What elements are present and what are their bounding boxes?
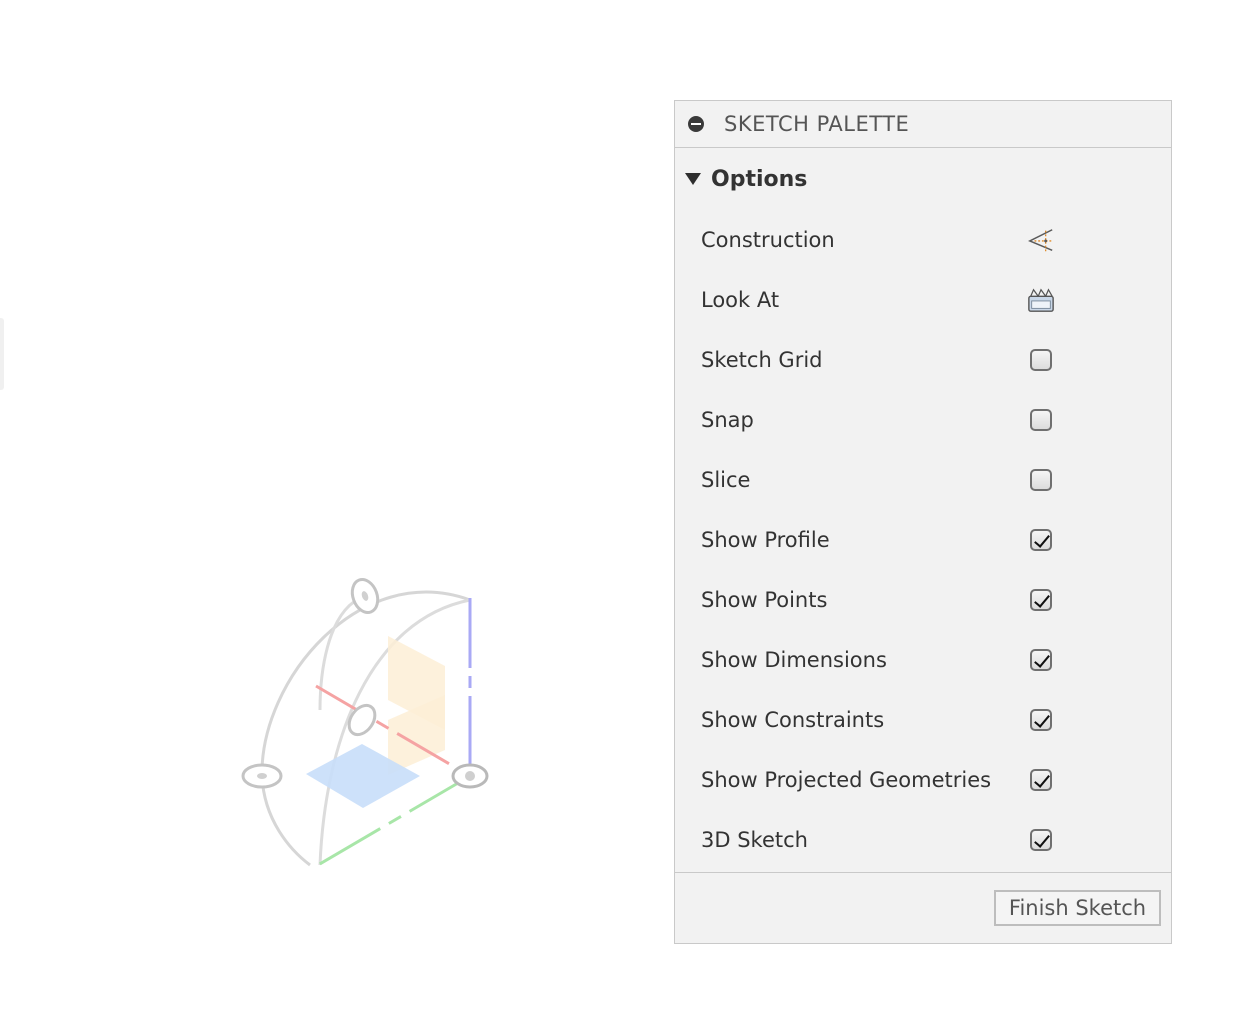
palette-header[interactable]: SKETCH PALETTE: [674, 100, 1172, 148]
design-canvas[interactable]: SKETCH PALETTE Options Construction Look…: [0, 0, 1260, 1010]
option-row-3d-sketch: 3D Sketch: [701, 820, 1141, 860]
option-label: Look At: [701, 288, 780, 312]
option-row-snap: Snap: [701, 400, 1141, 440]
checkbox-checked[interactable]: [1030, 769, 1052, 791]
checkbox-checked[interactable]: [1030, 529, 1052, 551]
palette-body: Options Construction Look At Sketch Grid…: [674, 148, 1172, 873]
slice-checkbox[interactable]: [1027, 466, 1055, 494]
show-constraints-checkbox[interactable]: [1027, 706, 1055, 734]
option-row-slice: Slice: [701, 460, 1141, 500]
checkbox[interactable]: [1030, 349, 1052, 371]
checkbox-checked[interactable]: [1030, 709, 1052, 731]
checkbox[interactable]: [1030, 469, 1052, 491]
option-label: Slice: [701, 468, 751, 492]
sketch-palette: SKETCH PALETTE Options Construction Look…: [674, 100, 1172, 944]
palette-title: SKETCH PALETTE: [724, 112, 910, 136]
checkbox-checked[interactable]: [1030, 589, 1052, 611]
option-label: Show Constraints: [701, 708, 885, 732]
option-row-show-dimensions: Show Dimensions: [701, 640, 1141, 680]
option-row-show-constraints: Show Constraints: [701, 700, 1141, 740]
checkbox-checked[interactable]: [1030, 649, 1052, 671]
3d-sketch-checkbox[interactable]: [1027, 826, 1055, 854]
sketch-orientation-gizmo-icon[interactable]: [220, 560, 520, 900]
option-row-show-points: Show Points: [701, 580, 1141, 620]
look-at-icon[interactable]: [1027, 286, 1055, 314]
options-section-toggle[interactable]: Options: [685, 163, 807, 195]
option-label: Snap: [701, 408, 754, 432]
option-row-construction: Construction: [701, 220, 1141, 260]
snap-checkbox[interactable]: [1027, 406, 1055, 434]
browser-panel-edge[interactable]: [0, 318, 4, 390]
show-projected-geometries-checkbox[interactable]: [1027, 766, 1055, 794]
show-profile-checkbox[interactable]: [1027, 526, 1055, 554]
checkbox-checked[interactable]: [1030, 829, 1052, 851]
option-row-show-projected-geometries: Show Projected Geometries: [701, 760, 1141, 800]
options-section-title: Options: [711, 166, 808, 192]
option-label: Show Dimensions: [701, 648, 887, 672]
option-label: Show Points: [701, 588, 828, 612]
option-label: Show Profile: [701, 528, 830, 552]
option-label: 3D Sketch: [701, 828, 808, 852]
option-label: Sketch Grid: [701, 348, 823, 372]
option-label: Show Projected Geometries: [701, 768, 992, 792]
caret-down-icon[interactable]: [685, 173, 701, 185]
minimize-icon[interactable]: [688, 116, 704, 132]
rotation-arc-lower: [260, 775, 311, 867]
finish-sketch-button[interactable]: Finish Sketch: [994, 890, 1161, 926]
show-dimensions-checkbox[interactable]: [1027, 646, 1055, 674]
sketch-grid-checkbox[interactable]: [1027, 346, 1055, 374]
checkbox[interactable]: [1030, 409, 1052, 431]
construction-icon[interactable]: [1027, 226, 1055, 254]
option-row-look-at: Look At: [701, 280, 1141, 320]
option-row-sketch-grid: Sketch Grid: [701, 340, 1141, 380]
show-points-checkbox[interactable]: [1027, 586, 1055, 614]
option-row-show-profile: Show Profile: [701, 520, 1141, 560]
option-label: Construction: [701, 228, 835, 252]
palette-footer: Finish Sketch: [674, 873, 1172, 944]
